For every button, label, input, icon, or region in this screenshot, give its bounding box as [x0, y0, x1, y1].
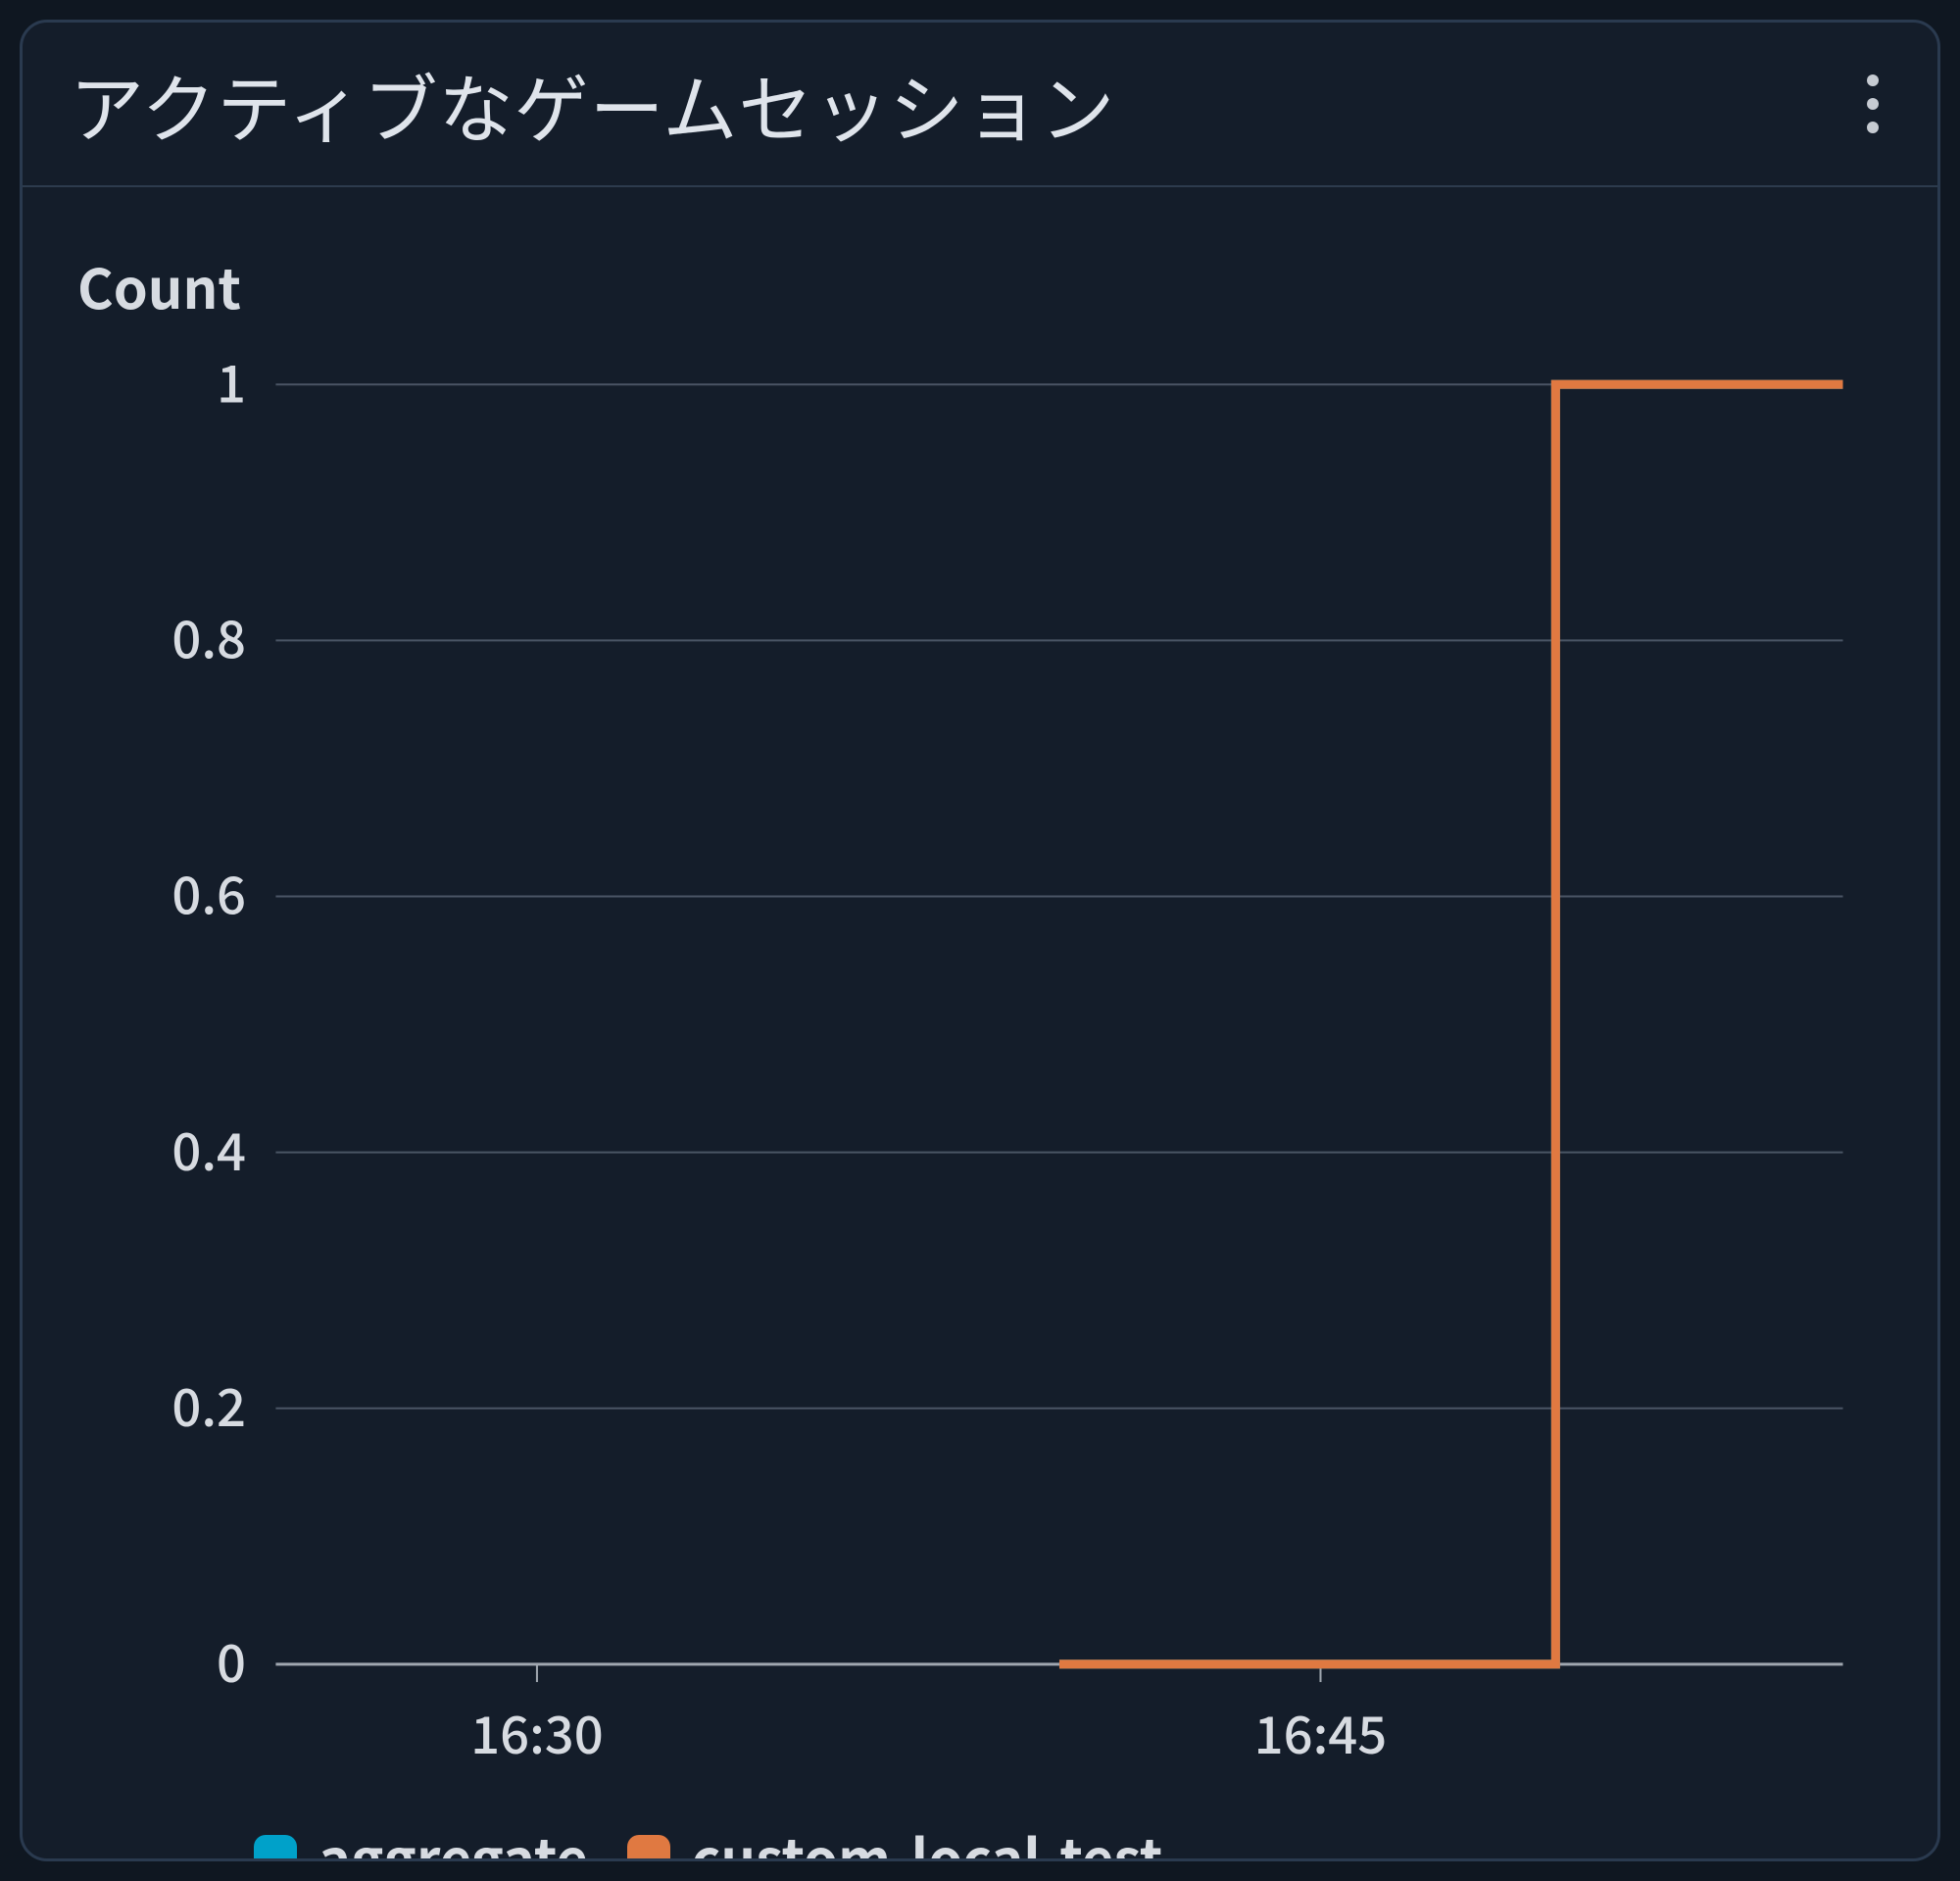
- svg-text:0.6: 0.6: [172, 856, 246, 930]
- svg-text:16:45: 16:45: [1254, 1695, 1388, 1769]
- svg-text:0: 0: [217, 1623, 246, 1698]
- legend-swatch: [254, 1835, 297, 1861]
- card-title: アクティブなゲームセッション: [70, 50, 1115, 158]
- vertical-dots-icon: [1867, 98, 1879, 110]
- svg-text:16:30: 16:30: [470, 1695, 604, 1769]
- svg-text:1: 1: [217, 365, 246, 418]
- chart-card: アクティブなゲームセッション Count 0 0.2 0.4 0.6 0.8 1 16:30…: [20, 20, 1940, 1861]
- legend-label: aggregate: [318, 1816, 588, 1861]
- y-axis-label: Count: [77, 246, 1883, 325]
- legend-item-aggregate[interactable]: aggregate: [254, 1816, 588, 1861]
- legend-item-custom-local-test[interactable]: custom-local-test: [627, 1816, 1162, 1861]
- card-menu-button[interactable]: [1855, 63, 1890, 145]
- chart-legend: aggregate custom-local-test: [77, 1783, 1883, 1861]
- vertical-dots-icon: [1867, 74, 1879, 86]
- vertical-dots-icon: [1867, 122, 1879, 133]
- svg-text:0.4: 0.4: [172, 1112, 246, 1186]
- legend-label: custom-local-test: [692, 1816, 1162, 1861]
- plot-wrap: 0 0.2 0.4 0.6 0.8 1 16:30 16:45 aggregate custo…: [77, 365, 1883, 1861]
- legend-swatch: [627, 1835, 670, 1861]
- svg-text:0.2: 0.2: [172, 1367, 246, 1442]
- plot-area: 0 0.2 0.4 0.6 0.8 1 16:30 16:45: [77, 365, 1883, 1783]
- card-header: アクティブなゲームセッション: [23, 23, 1937, 187]
- card-body: Count 0 0.2 0.4 0.6 0.8 1 16:30 16:45 aggregate…: [23, 187, 1937, 1861]
- line-chart: 0 0.2 0.4 0.6 0.8 1 16:30 16:45: [77, 365, 1883, 1783]
- svg-text:0.8: 0.8: [172, 600, 246, 674]
